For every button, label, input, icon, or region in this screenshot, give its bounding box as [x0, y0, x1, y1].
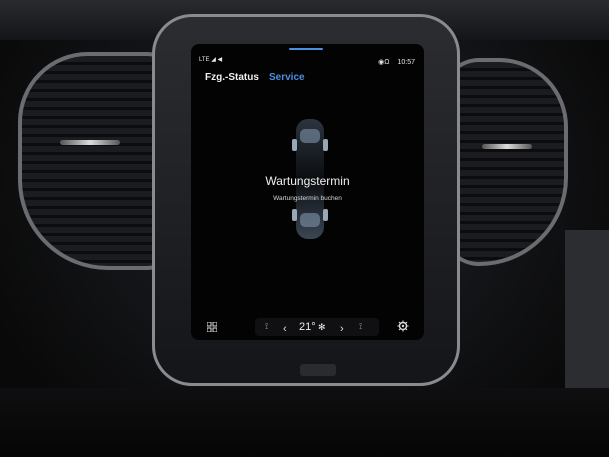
left-vent-blade — [60, 140, 120, 145]
signal-status: LTE ◢ ◀ — [199, 57, 223, 63]
tab-vehicle-status[interactable]: Fzg.-Status — [205, 72, 259, 83]
temperature-value[interactable]: 21° — [299, 321, 316, 333]
heated-seat-icon[interactable]: ⟟ — [265, 321, 268, 332]
console-base — [0, 388, 609, 457]
status-indicator: ◉Ω — [378, 59, 390, 66]
clock: 10:57 — [397, 59, 415, 66]
book-appointment-link[interactable]: Wartungstermin buchen — [191, 195, 424, 202]
apps-grid-icon[interactable] — [207, 322, 217, 332]
temp-up-button[interactable]: › — [340, 323, 344, 335]
top-pulldown-handle[interactable] — [289, 48, 323, 50]
temp-down-button[interactable]: ‹ — [283, 323, 287, 335]
gear-icon[interactable] — [397, 320, 409, 332]
service-title: Wartungstermin — [265, 174, 350, 188]
home-button-trim — [300, 364, 336, 376]
dashboard-photo: LTE ◢ ◀ ◉Ω 10:57 Fzg.-Status Service War… — [0, 0, 609, 457]
infotainment-screen: LTE ◢ ◀ ◉Ω 10:57 Fzg.-Status Service War… — [191, 44, 424, 340]
tab-service[interactable]: Service — [269, 72, 305, 83]
status-right: ◉Ω 10:57 — [378, 58, 415, 66]
heated-seat-right-icon[interactable]: ⟟ — [359, 321, 362, 332]
fan-icon[interactable]: ✻ — [318, 322, 326, 333]
door-panel — [565, 230, 609, 400]
climate-bar: ⟟ ‹ 21° ✻ › ⟟ — [191, 314, 424, 340]
right-vent-blade — [482, 144, 532, 149]
